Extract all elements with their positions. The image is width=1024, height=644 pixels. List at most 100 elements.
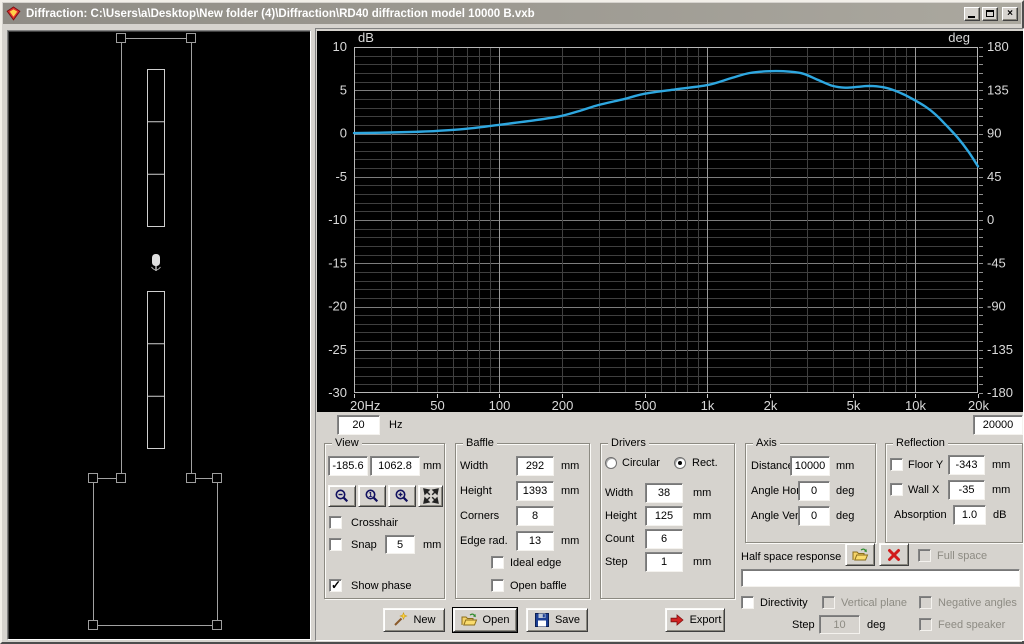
baffle-width-unit: mm [561, 460, 580, 472]
driver-step-field[interactable] [645, 552, 683, 572]
clear-response-button[interactable] [879, 543, 909, 566]
axis-group-title: Axis [753, 437, 780, 449]
absorption-unit: dB [993, 509, 1007, 521]
reflection-group: Reflection Floor Y mm Wall X mm Absorpti… [885, 437, 1023, 543]
svg-text:-180: -180 [987, 385, 1013, 400]
snap-value-field[interactable] [385, 535, 415, 554]
svg-text:20Hz: 20Hz [350, 398, 380, 412]
floor-field[interactable] [948, 455, 985, 475]
svg-text:deg: deg [948, 31, 970, 45]
zoom-fit-button[interactable] [418, 485, 443, 507]
svg-text:45: 45 [987, 169, 1001, 184]
svg-text:0: 0 [340, 126, 347, 141]
ideal-edge-label: Ideal edge [510, 557, 562, 569]
magnifier-minus-icon [335, 489, 349, 503]
new-button[interactable]: New [383, 608, 445, 632]
export-button[interactable]: Export [665, 608, 725, 632]
baffle-group: Baffle Width mm Height mm Corners Edge r… [455, 437, 590, 599]
chart-area: 20Hz 50 100 200 500 1k 2k 5k 10k 20k 10 5 0 -5 -10 -15-… [317, 30, 1023, 413]
view-group: View mm 1 [324, 437, 445, 599]
distance-field[interactable] [790, 456, 830, 476]
snap-checkbox[interactable] [329, 538, 342, 551]
baffle-edge-field[interactable] [516, 531, 554, 551]
wall-field[interactable] [948, 480, 985, 500]
svg-text:500: 500 [635, 398, 657, 412]
ideal-edge-checkbox[interactable] [491, 556, 504, 569]
view-unit-label: mm [423, 460, 442, 472]
directivity-step-label: Step [792, 619, 815, 631]
angle-hor-field[interactable] [798, 481, 830, 501]
svg-text:180: 180 [987, 39, 1009, 54]
svg-text:-30: -30 [328, 385, 347, 400]
driver-step-unit: mm [693, 556, 712, 568]
distance-unit: mm [836, 460, 855, 472]
driver-height-field[interactable] [645, 506, 683, 526]
negative-angles-label: Negative angles [938, 597, 1017, 609]
half-space-file-field[interactable] [741, 569, 1020, 587]
floor-label: Floor Y [908, 459, 944, 471]
minimize-button[interactable] [964, 6, 980, 21]
snap-label: Snap [351, 539, 377, 551]
svg-text:dB: dB [358, 31, 374, 45]
freq-min-unit: Hz [389, 419, 403, 431]
distance-label: Distance [751, 460, 794, 472]
drivers-group-title: Drivers [608, 437, 649, 449]
svg-text:135: 135 [987, 82, 1009, 97]
driver-count-label: Count [605, 533, 635, 545]
circular-radio[interactable] [605, 457, 617, 469]
maximize-button[interactable] [982, 6, 998, 21]
floor-checkbox[interactable] [890, 458, 903, 471]
wall-checkbox[interactable] [890, 483, 903, 496]
view-x-field[interactable] [328, 456, 368, 476]
baffle-editor-canvas[interactable] [7, 30, 311, 640]
driver-count-field[interactable] [645, 529, 683, 549]
baffle-height-field[interactable] [516, 481, 554, 501]
svg-text:10k: 10k [905, 398, 926, 412]
browse-response-button[interactable] [845, 543, 875, 566]
svg-text:-10: -10 [328, 212, 347, 227]
show-phase-label: Show phase [351, 580, 412, 592]
show-phase-checkbox[interactable] [329, 578, 342, 592]
close-button[interactable]: × [1002, 6, 1018, 21]
svg-text:200: 200 [552, 398, 574, 412]
freq-max-input[interactable] [973, 415, 1023, 435]
svg-text:-5: -5 [335, 169, 347, 184]
svg-text:1: 1 [368, 490, 372, 499]
full-space-label: Full space [937, 550, 988, 562]
red-arrow-icon [670, 614, 684, 626]
open-button[interactable]: Open [452, 607, 518, 633]
svg-text:20k: 20k [968, 398, 989, 412]
svg-text:1k: 1k [701, 398, 715, 412]
baffle-width-label: Width [460, 460, 489, 472]
directivity-checkbox[interactable] [741, 596, 754, 609]
freq-min-input[interactable] [337, 415, 380, 435]
angle-ver-field[interactable] [798, 506, 830, 526]
zoom-100-button[interactable]: 1 [358, 485, 386, 507]
driver-width-unit: mm [693, 487, 712, 499]
open-folder-icon [461, 613, 477, 626]
microphone-icon[interactable] [151, 254, 161, 271]
baffle-width-field[interactable] [516, 456, 554, 476]
angle-hor-unit: deg [836, 485, 855, 497]
baffle-corners-field[interactable] [516, 506, 554, 526]
save-button[interactable]: Save [526, 608, 588, 632]
crosshair-checkbox[interactable] [329, 516, 342, 529]
gem-icon [6, 6, 21, 21]
view-y-field[interactable] [370, 456, 420, 476]
svg-text:-135: -135 [987, 342, 1013, 357]
chart-grid [354, 47, 983, 398]
driver-width-field[interactable] [645, 483, 683, 503]
zoom-out-button[interactable] [328, 485, 356, 507]
directivity-label: Directivity [760, 597, 808, 609]
rect-radio[interactable] [674, 457, 686, 469]
view-group-title: View [332, 437, 362, 449]
close-icon: × [1007, 7, 1013, 19]
open-baffle-checkbox[interactable] [491, 579, 504, 592]
absorption-field[interactable] [953, 505, 986, 525]
window-title: Diffraction: C:\Users\a\Desktop\New fold… [26, 7, 535, 20]
red-x-icon [888, 548, 900, 561]
selection-handles[interactable] [88, 33, 222, 630]
angle-hor-label: Angle Hor [751, 485, 800, 497]
zoom-in-button[interactable] [388, 485, 416, 507]
driver-step-label: Step [605, 556, 628, 568]
